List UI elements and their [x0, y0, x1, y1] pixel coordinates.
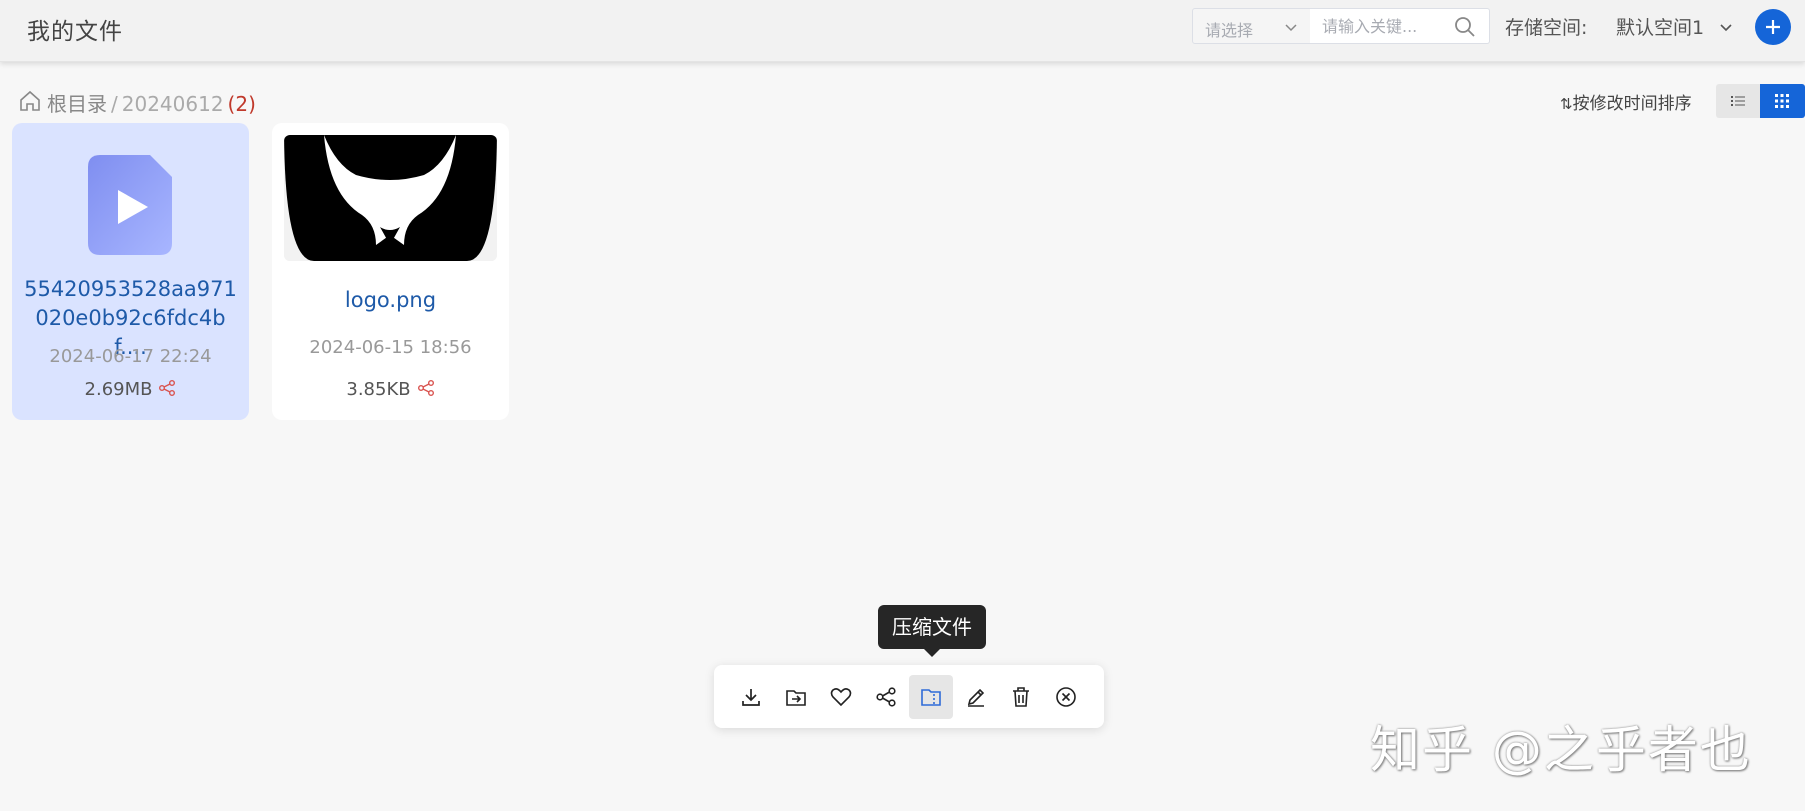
- favorite-button[interactable]: [819, 675, 863, 719]
- grid-icon: [1775, 94, 1789, 108]
- page-title: 我的文件: [27, 19, 123, 45]
- breadcrumb-root[interactable]: 根目录: [47, 92, 107, 116]
- sort-button[interactable]: ⇅按修改时间排序: [1560, 89, 1692, 114]
- share-icon[interactable]: [158, 379, 176, 397]
- list-view-button[interactable]: [1716, 84, 1760, 118]
- share-button[interactable]: [864, 675, 908, 719]
- logo-image: [284, 135, 497, 261]
- tooltip: 压缩文件: [878, 605, 986, 649]
- compress-button[interactable]: [909, 675, 953, 719]
- move-button[interactable]: [774, 675, 818, 719]
- file-count: (2): [227, 92, 256, 116]
- chevron-down-icon[interactable]: [1718, 19, 1734, 35]
- move-icon: [786, 690, 806, 706]
- sort-icon: ⇅: [1560, 95, 1573, 113]
- top-header: 我的文件 请选择 存储空间: 默认空间1: [0, 0, 1805, 62]
- share-icon[interactable]: [417, 379, 435, 397]
- list-icon: [1731, 96, 1745, 106]
- file-action-toolbar: [714, 665, 1104, 728]
- watermark: 知乎 @之乎者也: [1370, 721, 1752, 779]
- file-date: 2024-06-15 18:56: [309, 337, 472, 358]
- rename-button[interactable]: [954, 675, 998, 719]
- breadcrumb: 根目录/20240612 (2): [47, 88, 256, 117]
- search-input[interactable]: [1322, 15, 1447, 37]
- close-icon: [1056, 687, 1076, 707]
- search-icon[interactable]: [1454, 16, 1476, 38]
- breadcrumb-current: 20240612: [121, 92, 224, 116]
- category-select[interactable]: 请选择: [1192, 8, 1311, 44]
- file-name[interactable]: logo.png: [280, 286, 501, 315]
- home-icon[interactable]: [18, 90, 42, 112]
- sort-label: 按修改时间排序: [1572, 94, 1692, 114]
- plus-icon: [1766, 20, 1780, 34]
- download-icon: [742, 689, 760, 706]
- favorite-icon: [830, 688, 852, 707]
- delete-button[interactable]: [999, 675, 1043, 719]
- storage-label: 存储空间:: [1505, 17, 1588, 39]
- chevron-down-icon: [1285, 24, 1297, 32]
- file-card[interactable]: logo.png 2024-06-15 18:56 3.85KB: [272, 123, 509, 420]
- tooltip-arrow: [923, 648, 941, 657]
- file-card[interactable]: 55420953528aa971020e0b92c6fdc4bf.... 202…: [12, 123, 249, 420]
- select-placeholder: 请选择: [1205, 21, 1254, 40]
- download-button[interactable]: [729, 675, 773, 719]
- breadcrumb-separator: /: [111, 92, 118, 116]
- file-meta: 2.69MB: [12, 379, 249, 400]
- rename-icon: [967, 688, 985, 707]
- close-button[interactable]: [1044, 675, 1088, 719]
- delete-icon: [1013, 687, 1029, 707]
- file-size: 2.69MB: [84, 379, 153, 400]
- file-size: 3.85KB: [346, 379, 411, 400]
- image-thumbnail: [284, 135, 497, 261]
- search-field: [1310, 8, 1490, 44]
- add-button[interactable]: [1755, 9, 1791, 45]
- share-icon: [876, 687, 896, 707]
- grid-view-button[interactable]: [1760, 84, 1805, 118]
- storage-space-select[interactable]: 默认空间1: [1616, 13, 1704, 40]
- file-date: 2024-06-17 22:24: [49, 346, 212, 367]
- video-file-icon: [88, 155, 172, 255]
- file-meta: 3.85KB: [272, 379, 509, 400]
- compress-icon: [921, 689, 941, 706]
